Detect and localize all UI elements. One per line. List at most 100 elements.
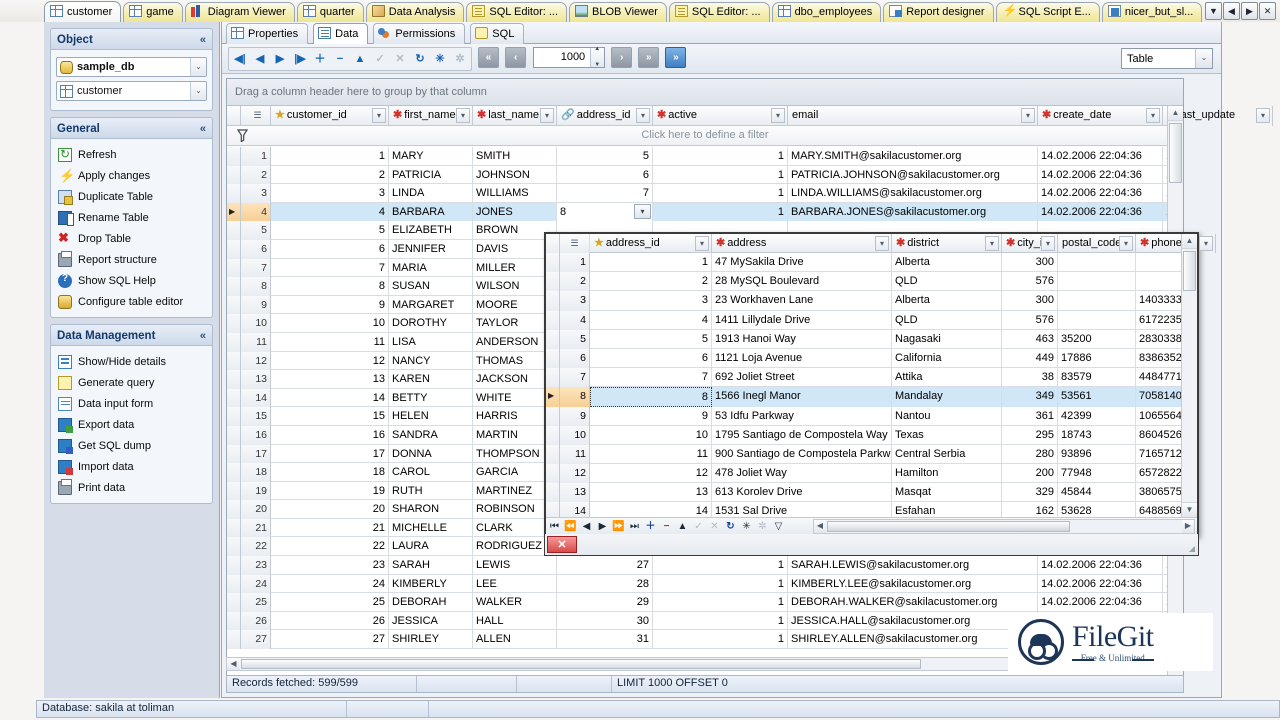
table-row[interactable]: 3 3 LINDA WILLIAMS 7 1 LINDA.WILLIAMS@sakilacu… — [227, 184, 1183, 203]
popup-cell-postal_code[interactable]: 35200 — [1058, 329, 1136, 349]
address-lookup-dropdown-icon[interactable]: ▾ — [634, 203, 651, 219]
cell-last_name[interactable]: HALL — [473, 611, 557, 631]
last-record-button[interactable]: |▶ — [291, 49, 309, 69]
popup-cell-city_id[interactable]: 361 — [1002, 406, 1058, 426]
hscroll-thumb[interactable] — [241, 659, 921, 669]
tab-list-dropdown[interactable]: ▼ — [1205, 2, 1222, 20]
popup-table-row[interactable]: 1 1 47 MySakila Drive Alberta 300 — [546, 253, 1197, 273]
general-item-report-structure[interactable]: Report structure — [55, 249, 208, 270]
data-item-data-input-form[interactable]: Data input form — [55, 393, 208, 414]
popup-column-filter-dropdown-icon[interactable]: ▾ — [875, 236, 889, 251]
cell-create_date[interactable]: 14.02.2006 22:04:36 — [1038, 165, 1163, 185]
popup-column-header-address[interactable]: ✱ address ▾ — [712, 234, 892, 253]
popup-cell-postal_code[interactable]: 42399 — [1058, 406, 1136, 426]
tab-sql[interactable]: SQL — [470, 23, 525, 44]
cell-address_id[interactable]: 5 — [557, 147, 653, 166]
popup-cell-address[interactable]: 1913 Hanoi Way — [712, 329, 892, 349]
popup-hscroll-right-icon[interactable]: ▶ — [1182, 520, 1194, 533]
popup-cell-postal_code[interactable] — [1058, 291, 1136, 311]
cell-create_date[interactable]: 14.02.2006 22:04:36 — [1038, 184, 1163, 203]
popup-column-header-postal_code[interactable]: postal_code ▾ — [1058, 234, 1136, 253]
popup-cell-district[interactable]: Texas — [892, 425, 1002, 445]
document-tab-report-designer[interactable]: Report designer — [883, 2, 994, 22]
popup-cell-city_id[interactable]: 349 — [1002, 387, 1058, 407]
cell-customer_id[interactable]: 24 — [271, 574, 389, 594]
table-selector[interactable]: customer ⌄ — [56, 81, 207, 101]
popup-cell-address[interactable]: 23 Workhaven Lane — [712, 291, 892, 311]
popup-column-header-address_id[interactable]: ★ address_id ▾ — [590, 234, 712, 253]
table-type-dropdown-icon[interactable]: ⌄ — [1195, 49, 1212, 68]
edit-record-button[interactable]: ▲ — [351, 49, 369, 69]
cell-first_name[interactable]: SUSAN — [389, 277, 473, 296]
clear-button[interactable]: ✳ — [431, 49, 449, 69]
popup-table-row[interactable]: 881566 Inegl ManorMandalay34953561705814… — [546, 387, 1197, 407]
popup-cell-address[interactable]: 47 MySakila Drive — [712, 253, 892, 273]
column-filter-dropdown-icon[interactable]: ▾ — [1021, 108, 1035, 123]
prev-record-button[interactable]: ◀ — [251, 49, 269, 69]
popup-cell-city_id[interactable]: 38 — [1002, 368, 1058, 388]
cell-first_name[interactable]: JENNIFER — [389, 239, 473, 259]
general-item-duplicate-table[interactable]: Duplicate Table — [55, 186, 208, 207]
cell-create_date[interactable]: 14.02.2006 22:04:36 — [1038, 574, 1163, 594]
document-tab-customer[interactable]: customer — [44, 1, 122, 22]
column-filter-dropdown-icon[interactable]: ▾ — [540, 108, 554, 123]
popup-cell-city_id[interactable]: 449 — [1002, 348, 1058, 369]
document-tab-sql-editor[interactable]: SQL Editor: ... — [466, 2, 568, 22]
popup-cell-address[interactable]: 692 Joliet Street — [712, 368, 892, 388]
popup-table-row[interactable]: 2 2 28 MySQL Boulevard QLD 576 — [546, 272, 1197, 292]
popup-edit-button[interactable]: ▲ — [675, 519, 690, 535]
popup-cell-address[interactable]: 1121 Loja Avenue — [712, 348, 892, 369]
popup-table-row[interactable]: 6 6 1121 Loja Avenue California 449 17886 8386… — [546, 348, 1197, 369]
popup-cell-address[interactable]: 1566 Inegl Manor — [712, 387, 892, 407]
cell-address_id[interactable]: 27 — [557, 556, 653, 575]
cell-customer_id[interactable]: 27 — [271, 630, 389, 650]
cell-first_name[interactable]: SHARON — [389, 500, 473, 519]
popup-cell-district[interactable]: QLD — [892, 310, 1002, 330]
cell-last_name[interactable]: JOHNSON — [473, 165, 557, 185]
cell-email[interactable]: KIMBERLY.LEE@sakilacustomer.org — [788, 574, 1038, 594]
popup-table-row[interactable]: 12 12 478 Joliet Way Hamilton 200 77948 657282… — [546, 464, 1197, 484]
cell-create_date[interactable]: 14.02.2006 22:04:36 — [1038, 556, 1163, 575]
popup-cell-address_id[interactable]: 11 — [590, 444, 712, 465]
collapse-chevron-icon[interactable]: « — [200, 29, 206, 51]
popup-cell-address[interactable]: 53 Idfu Parkway — [712, 406, 892, 426]
popup-filter-button[interactable]: ▽ — [771, 519, 786, 535]
cell-email[interactable]: JESSICA.HALL@sakilacustomer.org — [788, 611, 1038, 631]
cell-first_name[interactable]: PATRICIA — [389, 165, 473, 185]
cell-customer_id[interactable]: 13 — [271, 370, 389, 389]
cell-email[interactable]: LINDA.WILLIAMS@sakilacustomer.org — [788, 184, 1038, 203]
delete-record-button[interactable]: − — [331, 49, 349, 69]
popup-horizontal-scrollbar[interactable]: ◀ ▶ — [813, 519, 1195, 534]
cell-active[interactable]: 1 — [653, 147, 788, 166]
cell-last_name[interactable]: LEE — [473, 574, 557, 594]
cell-first_name[interactable]: MARGARET — [389, 295, 473, 315]
cell-address_id[interactable]: 8 ▾ — [557, 202, 653, 222]
table-row[interactable]: 23 23 SARAH LEWIS 27 1 SARAH.LEWIS@sakilacusto… — [227, 556, 1183, 575]
cell-customer_id[interactable]: 20 — [271, 500, 389, 519]
cell-address_id[interactable]: 28 — [557, 574, 653, 594]
popup-table-row[interactable]: 3323 Workhaven LaneAlberta30014033335568 — [546, 291, 1197, 311]
popup-cell-address[interactable]: 613 Korolev Drive — [712, 483, 892, 503]
popup-next-page-button[interactable]: ⏩ — [611, 519, 626, 535]
cell-create_date[interactable]: 14.02.2006 22:04:36 — [1038, 593, 1163, 612]
cell-first_name[interactable]: LINDA — [389, 184, 473, 203]
cell-active[interactable]: 1 — [653, 611, 788, 631]
grid-filter-row[interactable]: Click here to define a filter — [227, 126, 1183, 146]
cell-customer_id[interactable]: 4 — [271, 202, 389, 222]
data-item-print-data[interactable]: Print data — [55, 477, 208, 498]
popup-table-row[interactable]: 11 11 900 Santiago de Compostela ParkwayCe… — [546, 444, 1197, 465]
data-item-import-data[interactable]: Import data — [55, 456, 208, 477]
table-row[interactable]: 24 24 KIMBERLY LEE 28 1 KIMBERLY.LEE@sakilacus… — [227, 574, 1183, 594]
cell-last_name[interactable]: JONES — [473, 202, 557, 222]
popup-table-row[interactable]: 9953 Idfu ParkwayNantou36142399106556486… — [546, 406, 1197, 426]
popup-cell-address[interactable]: 478 Joliet Way — [712, 464, 892, 484]
grid-rownum-header[interactable]: ☰ — [241, 106, 271, 126]
popup-column-filter-dropdown-icon[interactable]: ▾ — [985, 236, 999, 251]
data-item-show-hide-details[interactable]: Show/Hide details — [55, 351, 208, 372]
cell-customer_id[interactable]: 7 — [271, 258, 389, 278]
refresh-button[interactable]: ↻ — [411, 49, 429, 69]
cell-active[interactable]: 1 — [653, 202, 788, 222]
data-management-panel-header[interactable]: Data Management « — [50, 324, 213, 346]
cell-customer_id[interactable]: 6 — [271, 239, 389, 259]
popup-cell-address_id[interactable]: 4 — [590, 310, 712, 330]
